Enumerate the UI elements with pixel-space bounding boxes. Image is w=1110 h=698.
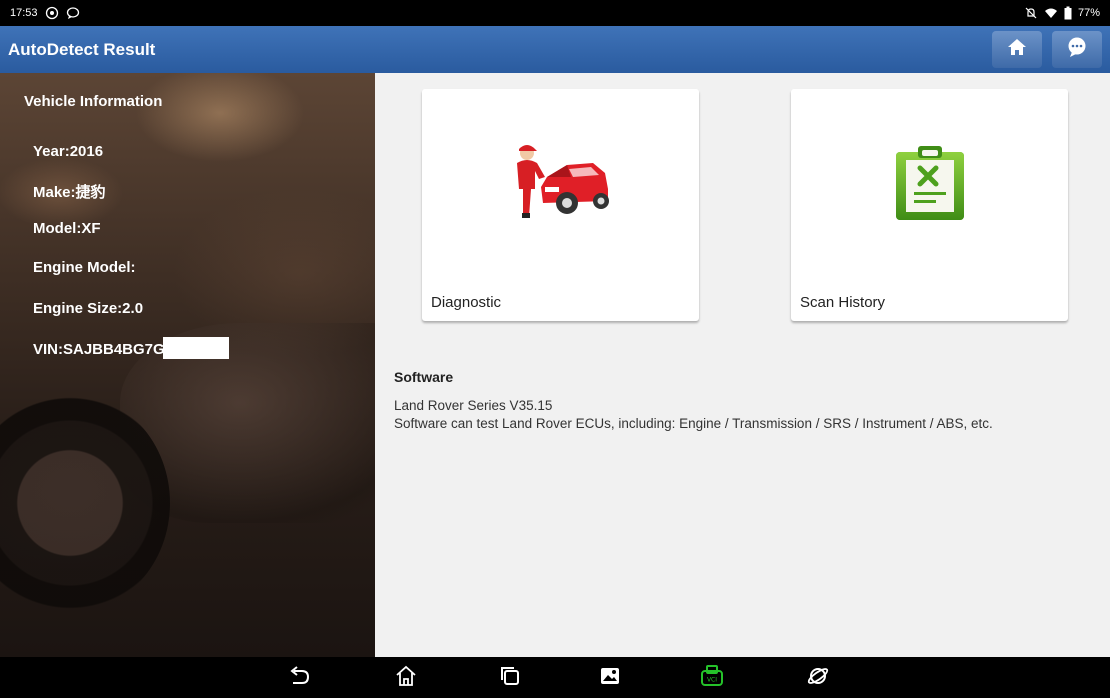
chat-icon xyxy=(1066,36,1088,63)
software-heading: Software xyxy=(394,369,454,385)
browser-button[interactable] xyxy=(806,666,830,690)
diagnostic-card[interactable]: Diagnostic xyxy=(422,89,699,321)
page-title: AutoDetect Result xyxy=(8,39,156,59)
vehicle-model: Model:XF xyxy=(33,220,101,237)
home-nav-button[interactable] xyxy=(394,665,418,692)
notification-gear-icon xyxy=(45,6,59,20)
home-button[interactable] xyxy=(992,31,1042,68)
back-button[interactable] xyxy=(287,665,311,691)
wifi-icon xyxy=(1044,6,1058,20)
system-nav-bar: VCI xyxy=(0,657,1110,698)
home-icon xyxy=(1007,37,1027,62)
gallery-icon xyxy=(600,667,620,690)
chat-button[interactable] xyxy=(1052,31,1102,68)
vehicle-year: Year:2016 xyxy=(33,143,104,160)
app-bar: AutoDetect Result xyxy=(0,26,1110,73)
vehicle-vin-row: VIN:SAJBB4BG7G xyxy=(33,337,229,361)
diagnostic-label: Diagnostic xyxy=(431,294,502,311)
scan-history-label: Scan History xyxy=(800,294,886,311)
vehicle-info-heading: Vehicle Information xyxy=(24,93,163,110)
vci-icon: VCI xyxy=(700,664,724,692)
screenshot-button[interactable] xyxy=(598,666,622,690)
back-icon xyxy=(288,665,310,691)
software-version: Land Rover Series V35.15 xyxy=(394,398,553,413)
status-bar: 17:53 77% xyxy=(0,0,1110,26)
home-outline-icon xyxy=(395,665,417,692)
vehicle-vin: VIN:SAJBB4BG7G xyxy=(33,340,165,358)
svg-text:VCI: VCI xyxy=(707,676,717,683)
vehicle-engine-size: Engine Size:2.0 xyxy=(33,300,144,317)
planet-icon xyxy=(807,665,829,692)
vehicle-make: Make:捷豹 xyxy=(33,184,106,201)
battery-icon xyxy=(1064,6,1072,20)
battery-percent: 77% xyxy=(1077,7,1100,19)
main-panel: Diagnostic Scan History Software Land Ro xyxy=(375,73,1110,657)
software-description: Software can test Land Rover ECUs, inclu… xyxy=(394,416,993,431)
clipboard-tools-icon xyxy=(892,142,968,227)
mute-icon xyxy=(1024,6,1038,20)
status-time: 17:53 xyxy=(10,7,38,19)
vehicle-engine-model: Engine Model: xyxy=(33,259,136,276)
vci-button[interactable]: VCI xyxy=(700,664,724,692)
mechanic-car-icon xyxy=(511,143,611,226)
recents-button[interactable] xyxy=(498,666,522,690)
recents-icon xyxy=(500,666,520,691)
scan-history-card[interactable]: Scan History xyxy=(791,89,1068,321)
vin-redaction xyxy=(162,337,229,359)
message-notification-icon xyxy=(66,6,80,20)
vehicle-info-panel: Vehicle Information Year:2016 Make:捷豹 Mo… xyxy=(0,73,375,657)
